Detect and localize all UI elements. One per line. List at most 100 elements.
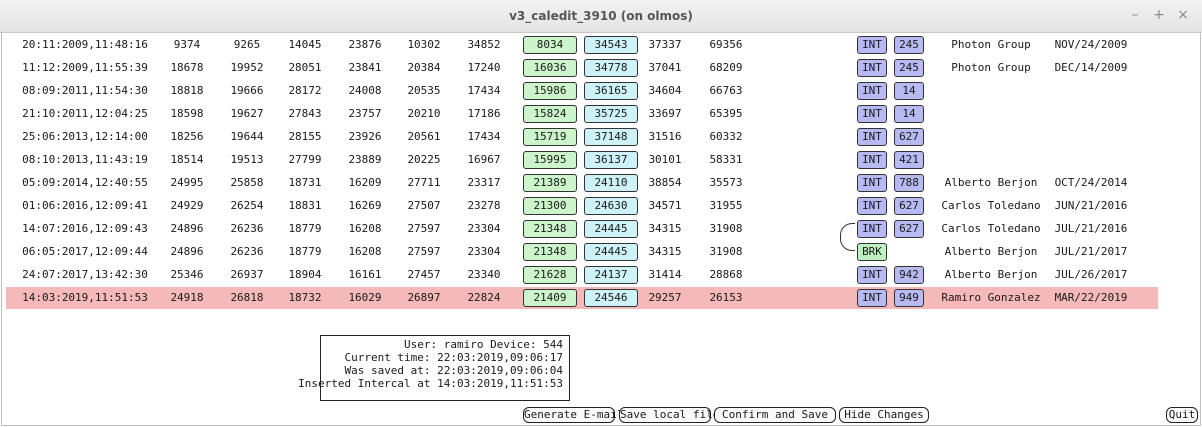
type-badge-int[interactable]: INT <box>857 197 887 215</box>
intercal-number-badge[interactable]: 627 <box>894 220 924 238</box>
cell-who: Ramiro Gonzalez <box>941 291 1041 304</box>
type-badge-int[interactable]: INT <box>857 220 887 238</box>
value-box-cyan[interactable]: 24110 <box>584 174 638 192</box>
cell-who: Photon Group <box>951 38 1031 51</box>
type-badge-int[interactable]: INT <box>857 128 887 146</box>
cell-v3: 18779 <box>288 245 322 258</box>
info-inserted-intercal: Inserted Intercal at 14:03:2019,11:51:53 <box>298 377 563 390</box>
type-badge-int[interactable]: INT <box>857 59 887 77</box>
confirm-and-save-button[interactable]: Confirm and Save <box>714 407 836 423</box>
intercal-number-badge[interactable]: 788 <box>894 174 924 192</box>
value-box-green[interactable]: 8034 <box>523 36 577 54</box>
intercal-number-badge[interactable]: 14 <box>894 82 924 100</box>
intercal-number-badge[interactable]: 245 <box>894 59 924 77</box>
value-box-green[interactable]: 15995 <box>523 151 577 169</box>
cell-date: 01:06:2016,12:09:41 <box>22 199 148 212</box>
type-badge-int[interactable]: INT <box>857 105 887 123</box>
cell-v8: 31908 <box>709 222 743 235</box>
maximize-icon[interactable]: + <box>1150 6 1168 24</box>
intercal-number-badge[interactable]: 421 <box>894 151 924 169</box>
value-box-cyan[interactable]: 35725 <box>584 105 638 123</box>
table-row[interactable]: 25:06:2013,12:14:00 18256 19644 28155 23926 2… <box>6 126 1158 148</box>
cell-v7: 38854 <box>648 176 682 189</box>
type-badge-int[interactable]: INT <box>857 82 887 100</box>
close-icon[interactable]: × <box>1174 6 1192 24</box>
value-box-cyan[interactable]: 36165 <box>584 82 638 100</box>
cell-v1: 18678 <box>170 61 204 74</box>
cell-v3: 18732 <box>288 291 322 304</box>
value-box-green[interactable]: 21389 <box>523 174 577 192</box>
value-box-cyan[interactable]: 24630 <box>584 197 638 215</box>
value-box-green[interactable]: 21628 <box>523 266 577 284</box>
value-box-green[interactable]: 21348 <box>523 220 577 238</box>
app-window: v3_caledit_3910 (on olmos) – + × 20:11:2… <box>0 0 1202 427</box>
value-box-green[interactable]: 21348 <box>523 243 577 261</box>
generate-email-button[interactable]: Generate E-mail <box>523 407 623 423</box>
save-local-file-button[interactable]: Save local file <box>619 407 719 423</box>
type-badge-int[interactable]: INT <box>857 151 887 169</box>
intercal-number-badge[interactable]: 949 <box>894 289 924 307</box>
value-box-green[interactable]: 16036 <box>523 59 577 77</box>
value-box-green[interactable]: 21409 <box>523 289 577 307</box>
value-box-cyan[interactable]: 24137 <box>584 266 638 284</box>
intercal-number-badge[interactable]: 627 <box>894 197 924 215</box>
type-badge-int[interactable]: INT <box>857 289 887 307</box>
cell-when: JUL/26/2017 <box>1054 268 1128 281</box>
table-row[interactable]: 08:10:2013,11:43:19 18514 19513 27799 23889 2… <box>6 149 1158 171</box>
cell-v7: 31516 <box>648 130 682 143</box>
table-row[interactable]: 21:10:2011,12:04:25 18598 19627 27843 23757 2… <box>6 103 1158 125</box>
minimize-icon[interactable]: – <box>1126 6 1144 24</box>
table-row[interactable]: 01:06:2016,12:09:41 24929 26254 18831 16269 2… <box>6 195 1158 217</box>
table-row[interactable]: 24:07:2017,13:42:30 25346 26937 18904 16161 2… <box>6 264 1158 286</box>
cell-v4: 16208 <box>348 245 382 258</box>
value-box-cyan[interactable]: 24445 <box>584 243 638 261</box>
table-row[interactable]: 11:12:2009,11:55:39 18678 19952 28051 23841 2… <box>6 57 1158 79</box>
value-box-green[interactable]: 21300 <box>523 197 577 215</box>
table-row[interactable]: 14:03:2019,11:51:53 24918 26818 18732 16029 2… <box>6 287 1158 309</box>
cell-v4: 16209 <box>348 176 382 189</box>
table-row[interactable]: 08:09:2011,11:54:30 18818 19666 28172 24008 2… <box>6 80 1158 102</box>
cell-v5: 20535 <box>407 84 441 97</box>
curved-arrow-icon <box>840 223 855 251</box>
value-box-cyan[interactable]: 34778 <box>584 59 638 77</box>
value-box-cyan[interactable]: 24445 <box>584 220 638 238</box>
quit-button[interactable]: Quit <box>1166 407 1198 423</box>
cell-v2: 26937 <box>230 268 264 281</box>
intercal-number-badge[interactable]: 245 <box>894 36 924 54</box>
value-box-cyan[interactable]: 37148 <box>584 128 638 146</box>
cell-v4: 23757 <box>348 107 382 120</box>
cell-v2: 25858 <box>230 176 264 189</box>
intercal-number-badge[interactable]: 942 <box>894 266 924 284</box>
value-box-cyan[interactable]: 24546 <box>584 289 638 307</box>
title-bar: v3_caledit_3910 (on olmos) – + × <box>0 0 1202 33</box>
type-badge-int[interactable]: INT <box>857 266 887 284</box>
value-box-green[interactable]: 15719 <box>523 128 577 146</box>
table-row[interactable]: 14:07:2016,12:09:43 24896 26236 18779 16208 2… <box>6 218 1158 240</box>
table-row[interactable]: 06:05:2017,12:09:44 24896 26236 18779 16208 2… <box>6 241 1158 263</box>
cell-when <box>1048 126 1134 148</box>
intercal-number-badge[interactable]: 14 <box>894 105 924 123</box>
cell-date: 08:09:2011,11:54:30 <box>22 84 148 97</box>
cell-v7: 30101 <box>648 153 682 166</box>
cell-v6: 34852 <box>467 38 501 51</box>
cell-v8: 35573 <box>709 176 743 189</box>
value-box-green[interactable]: 15986 <box>523 82 577 100</box>
info-current-time: Current time: 22:03:2019,09:06:17 <box>344 351 563 364</box>
hide-changes-button[interactable]: Hide Changes <box>839 407 929 423</box>
value-box-cyan[interactable]: 34543 <box>584 36 638 54</box>
type-badge-int[interactable]: INT <box>857 174 887 192</box>
info-user-device: User: ramiro Device: 544 <box>404 338 563 351</box>
cell-v5: 27597 <box>407 222 441 235</box>
type-badge-brk[interactable]: BRK <box>857 243 887 261</box>
table-row[interactable]: 05:09:2014,12:40:55 24995 25858 18731 16209 2… <box>6 172 1158 194</box>
cell-v5: 27597 <box>407 245 441 258</box>
cell-v6: 23304 <box>467 245 501 258</box>
cell-v7: 31414 <box>648 268 682 281</box>
intercal-number-badge[interactable]: 627 <box>894 128 924 146</box>
cell-v3: 28051 <box>288 61 322 74</box>
value-box-green[interactable]: 15824 <box>523 105 577 123</box>
cell-v6: 17434 <box>467 130 501 143</box>
value-box-cyan[interactable]: 36137 <box>584 151 638 169</box>
table-row[interactable]: 20:11:2009,11:48:16 9374 9265 14045 23876 103… <box>6 34 1158 56</box>
type-badge-int[interactable]: INT <box>857 36 887 54</box>
